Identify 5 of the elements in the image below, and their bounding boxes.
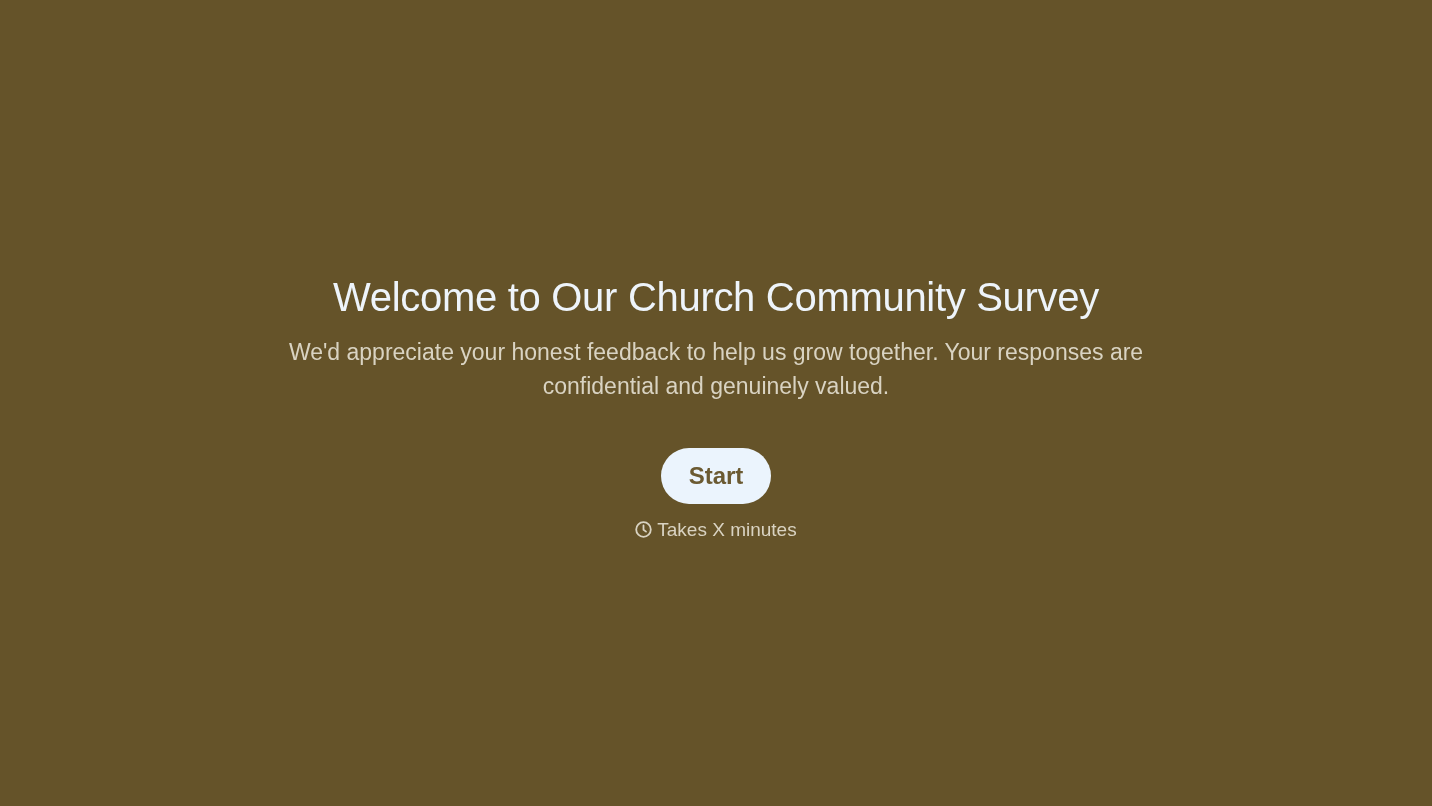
duration-text: Takes X minutes bbox=[657, 517, 797, 542]
survey-title: Welcome to Our Church Community Survey bbox=[333, 273, 1099, 321]
start-button[interactable]: Start bbox=[660, 447, 772, 504]
clock-icon bbox=[635, 521, 653, 538]
survey-description: We'd appreciate your honest feedback to help us grow together. Your responses are confidential and genuinely valued. bbox=[287, 337, 1145, 401]
